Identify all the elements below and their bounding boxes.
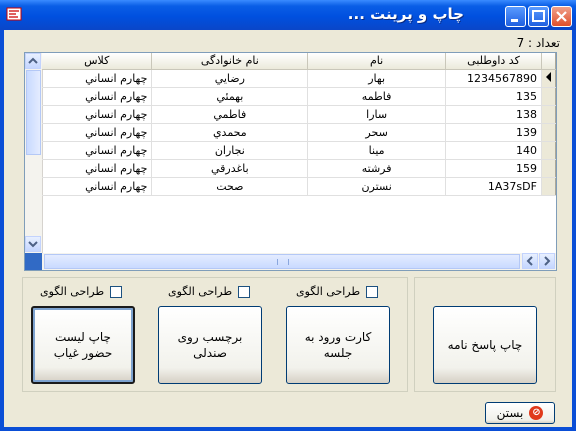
title-bar[interactable]: چاپ و پرینت ... (0, 0, 576, 30)
cell-name[interactable]: بهار (307, 69, 447, 88)
grid-corner (25, 253, 42, 270)
close-button[interactable]: ⊘ بستن (485, 402, 555, 424)
attendance-list-button[interactable]: چاپ لیست حضور غیاب (31, 306, 135, 384)
cell-code[interactable]: 1234567890 (445, 69, 542, 88)
cell-family[interactable]: نجاران (151, 141, 309, 160)
entry-card-button[interactable]: کارت ورود به جلسه (286, 306, 390, 384)
app-icon[interactable] (6, 6, 22, 22)
scroll-up-button[interactable] (25, 53, 41, 69)
row-selector[interactable] (541, 177, 556, 196)
row-selector[interactable] (541, 87, 556, 106)
cell-class[interactable]: چهارم انساني (42, 141, 153, 160)
horizontal-scroll-thumb[interactable] (44, 254, 520, 269)
client-area: تعداد : 7 کلاس نام خانوادگی نام کد داوطل… (4, 30, 572, 427)
close-window-button[interactable] (551, 6, 572, 27)
cell-family[interactable]: فاطمي (151, 105, 309, 124)
column-header-name[interactable]: نام (307, 53, 447, 70)
vertical-scrollbar[interactable] (25, 53, 43, 270)
grip-icon (277, 259, 289, 265)
chevron-left-icon (526, 256, 533, 266)
answer-sheet-panel: چاپ پاسخ نامه (414, 277, 556, 392)
scroll-left-button[interactable] (522, 253, 538, 269)
data-table: کلاس نام خانوادگی نام کد داوطلبی چهارم ا… (42, 53, 556, 196)
desk-label-button[interactable]: برچسب روی صندلی (158, 306, 262, 384)
cell-code[interactable]: 135 (445, 87, 542, 106)
cell-code[interactable]: 140 (445, 141, 542, 160)
minimize-button[interactable] (505, 6, 526, 27)
table-row[interactable]: چهارم انساني بهمئي فاطمه 135 (42, 87, 556, 106)
chevron-up-icon (28, 57, 38, 64)
cell-family[interactable]: بهمئي (151, 87, 309, 106)
pattern-checkbox-3[interactable]: طراحی الگوی (40, 285, 123, 298)
cell-name[interactable]: فاطمه (307, 87, 447, 106)
current-row-icon (545, 71, 551, 82)
cell-name[interactable]: مينا (307, 141, 447, 160)
vertical-scroll-thumb[interactable] (26, 70, 41, 155)
cell-family[interactable]: صحت (151, 177, 309, 196)
scroll-down-button[interactable] (25, 236, 41, 252)
window-title: چاپ و پرینت ... (347, 5, 464, 23)
column-header-class[interactable]: کلاس (42, 53, 153, 70)
cell-class[interactable]: چهارم انساني (42, 69, 153, 88)
row-selector[interactable] (541, 141, 556, 160)
table-row[interactable]: چهارم انساني صحت نسترن 1A37sDF (42, 177, 556, 196)
pattern-checkbox-1[interactable]: طراحی الگوی (296, 285, 379, 298)
maximize-button[interactable] (528, 6, 549, 27)
maximize-icon (532, 10, 545, 22)
answer-sheet-button[interactable]: چاپ پاسخ نامه (433, 306, 537, 384)
cell-name[interactable]: فرشته (307, 159, 447, 178)
print-window: چاپ و پرینت ... تعداد : 7 کلاس نام خانوا… (0, 0, 576, 431)
column-header-code[interactable]: کد داوطلبی (445, 53, 542, 70)
checkbox-label: طراحی الگوی (296, 285, 361, 298)
chevron-down-icon (28, 241, 38, 248)
checkbox-box[interactable] (110, 285, 123, 298)
cell-class[interactable]: چهارم انساني (42, 177, 153, 196)
cell-code[interactable]: 139 (445, 123, 542, 142)
cell-class[interactable]: چهارم انساني (42, 159, 153, 178)
column-header-family[interactable]: نام خانوادگی (151, 53, 309, 70)
cell-family[interactable]: محمدي (151, 123, 309, 142)
cell-class[interactable]: چهارم انساني (42, 123, 153, 142)
pattern-checkbox-2[interactable]: طراحی الگوی (168, 285, 251, 298)
students-grid[interactable]: کلاس نام خانوادگی نام کد داوطلبی چهارم ا… (24, 52, 557, 271)
horizontal-scrollbar[interactable] (42, 253, 556, 270)
cell-code[interactable]: 159 (445, 159, 542, 178)
table-row[interactable]: چهارم انساني رضايي بهار 1234567890 (42, 69, 556, 88)
scroll-right-button[interactable] (539, 253, 555, 269)
minimize-icon (511, 19, 518, 22)
cell-name[interactable]: سارا (307, 105, 447, 124)
print-options-panel: طراحی الگوی طراحی الگوی طراحی الگوی کارت… (22, 277, 408, 392)
count-label: تعداد : 7 (516, 36, 560, 50)
row-selector[interactable] (541, 159, 556, 178)
table-row[interactable]: چهارم انساني نجاران مينا 140 (42, 141, 556, 160)
cell-code[interactable]: 138 (445, 105, 542, 124)
chevron-right-icon (544, 256, 551, 266)
checkbox-label: طراحی الگوی (40, 285, 105, 298)
cell-family[interactable]: رضايي (151, 69, 309, 88)
checkbox-box[interactable] (366, 285, 379, 298)
cell-code[interactable]: 1A37sDF (445, 177, 542, 196)
close-icon (556, 11, 567, 22)
cell-class[interactable]: چهارم انساني (42, 105, 153, 124)
table-row[interactable]: چهارم انساني باغدرقي فرشته 159 (42, 159, 556, 178)
row-selector[interactable] (541, 105, 556, 124)
checkbox-box[interactable] (238, 285, 251, 298)
row-selector[interactable] (541, 69, 556, 88)
row-header-corner (541, 53, 556, 70)
cell-name[interactable]: نسترن (307, 177, 447, 196)
cell-class[interactable]: چهارم انساني (42, 87, 153, 106)
table-row[interactable]: چهارم انساني محمدي سحر 139 (42, 123, 556, 142)
table-row[interactable]: چهارم انساني فاطمي سارا 138 (42, 105, 556, 124)
cell-family[interactable]: باغدرقي (151, 159, 309, 178)
close-button-label: بستن (496, 406, 524, 420)
cancel-icon: ⊘ (529, 406, 544, 420)
cell-name[interactable]: سحر (307, 123, 447, 142)
checkbox-label: طراحی الگوی (168, 285, 233, 298)
row-selector[interactable] (541, 123, 556, 142)
